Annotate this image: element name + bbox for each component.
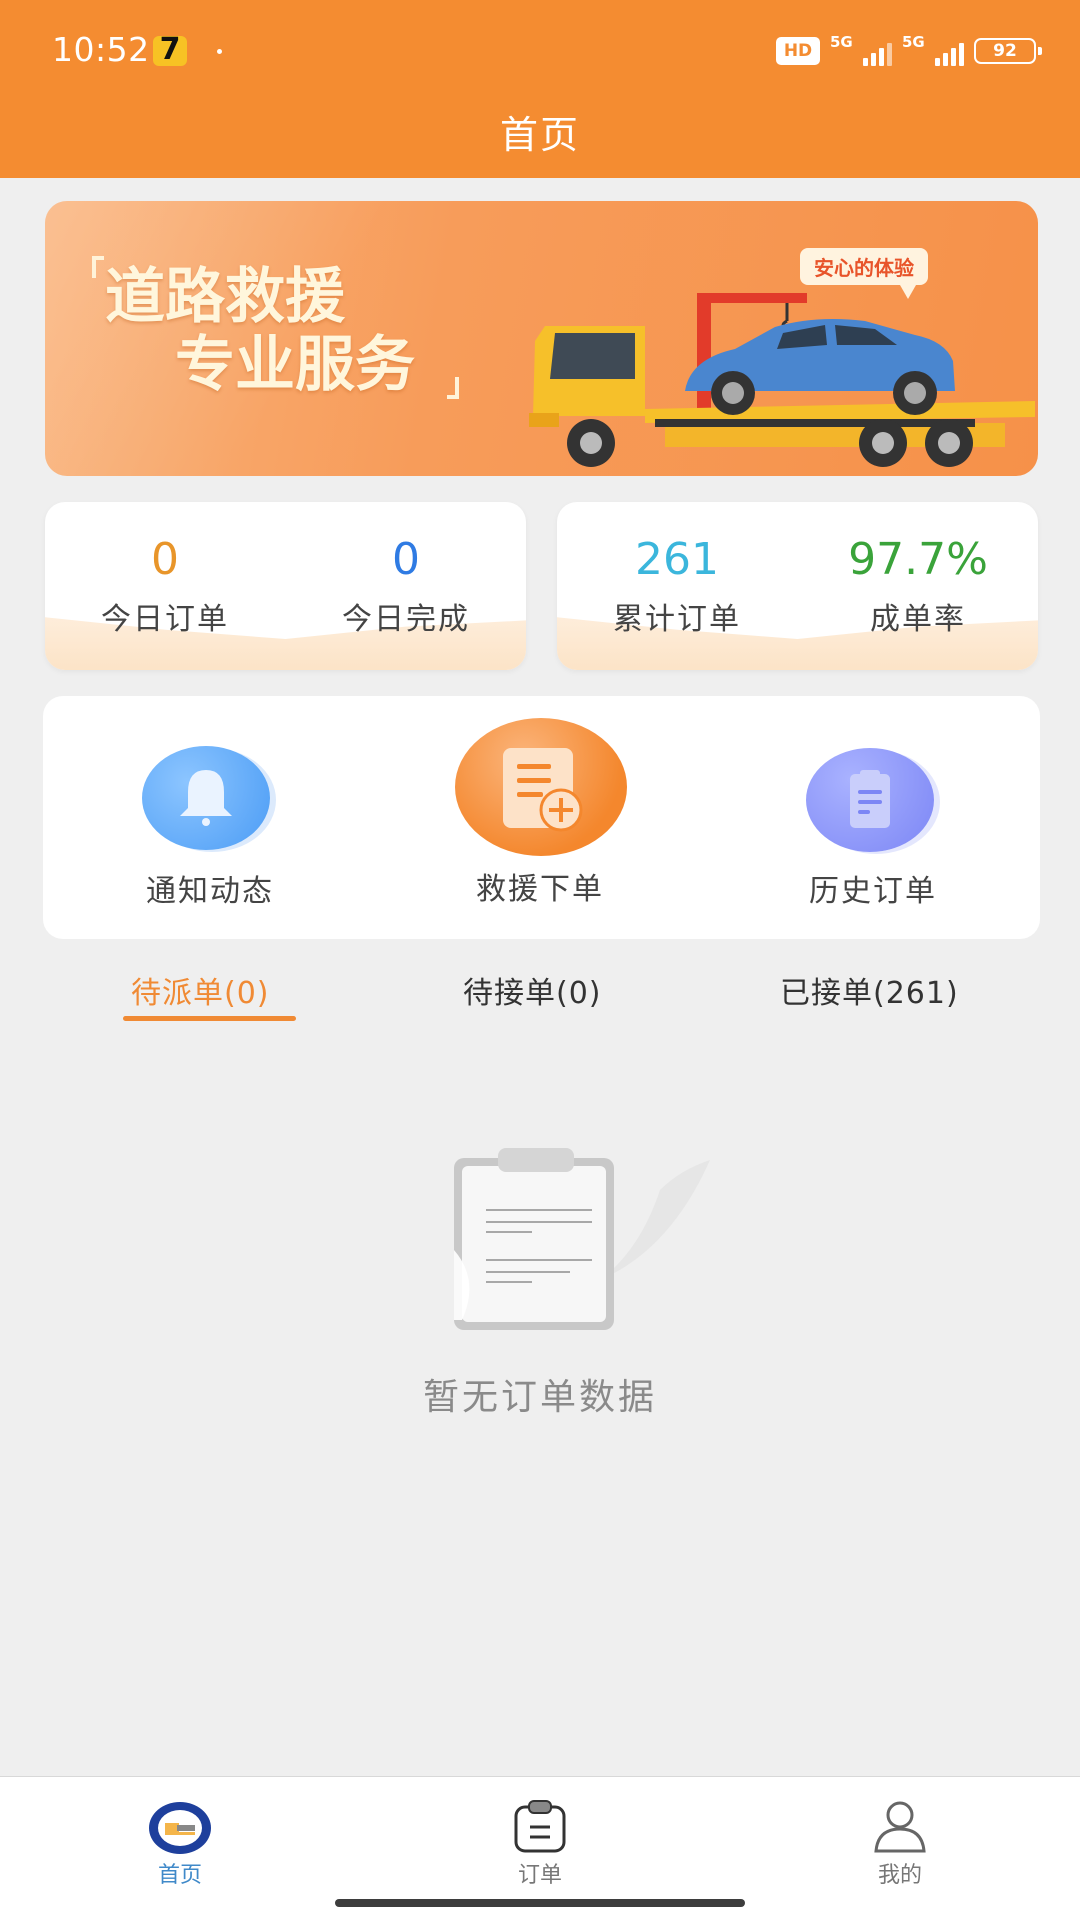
- clipboard-icon: [806, 748, 934, 852]
- home-logo-icon: [149, 1802, 211, 1854]
- action-label: 通知动态: [146, 874, 274, 909]
- signal-icon-1: 5G: [830, 33, 892, 66]
- home-indicator[interactable]: [335, 1899, 745, 1907]
- stat-value: 0: [392, 534, 420, 585]
- today-stats-card: 0 今日订单 0 今日完成: [45, 502, 526, 670]
- stat-label: 累计订单: [613, 602, 741, 637]
- status-bar: 10:52 7 HD 5G 5G 92: [0, 0, 1080, 100]
- stat-value: 97.7%: [848, 534, 988, 585]
- tabbar-home[interactable]: 首页: [100, 1789, 260, 1889]
- tab-pending-accept[interactable]: 待接单(0): [463, 968, 602, 1012]
- tabbar-label: 订单: [517, 1863, 562, 1888]
- empty-text: 暂无订单数据: [422, 1377, 657, 1418]
- battery-icon: 92: [974, 38, 1042, 64]
- stat-success-rate: 97.7% 成单率: [798, 534, 1038, 638]
- banner-title: 道路救援 专业服务: [105, 263, 415, 399]
- action-history-orders[interactable]: 历史订单: [743, 696, 1003, 939]
- stat-today-orders: 0 今日订单: [45, 534, 285, 638]
- corner-bracket-icon: [92, 256, 104, 278]
- app-header: 10:52 7 HD 5G 5G 92 首页: [0, 0, 1080, 178]
- promo-banner[interactable]: 道路救援 专业服务 安心的体验: [45, 201, 1038, 476]
- empty-clipboard-icon: [454, 1148, 710, 1330]
- status-time: 10:52: [52, 30, 150, 69]
- banner-title-line2: 专业服务: [175, 330, 415, 400]
- action-label: 救援下单: [476, 872, 604, 907]
- stat-label: 成单率: [870, 602, 966, 637]
- order-icon: [514, 1800, 566, 1853]
- seven-cat-app-icon: 7: [153, 36, 187, 66]
- stat-label: 今日完成: [342, 602, 470, 637]
- stat-value: 261: [635, 534, 719, 585]
- stat-label: 今日订单: [101, 602, 229, 637]
- banner-title-line1: 道路救援: [105, 262, 345, 332]
- signal-icon-2: 5G: [902, 33, 964, 66]
- banner-bubble: 安心的体验: [800, 248, 928, 299]
- tabbar-orders[interactable]: 订单: [460, 1789, 620, 1889]
- hd-voice-icon: HD: [776, 37, 820, 65]
- action-label: 历史订单: [809, 874, 937, 909]
- active-tab-indicator: [123, 1016, 296, 1021]
- order-status-tabs: 待派单(0) 待接单(0) 已接单(261): [43, 960, 1040, 1030]
- action-notifications[interactable]: 通知动态: [80, 696, 340, 939]
- tabbar-label: 首页: [157, 1863, 202, 1888]
- corner-bracket-icon: [447, 377, 459, 399]
- total-stats-card: 261 累计订单 97.7% 成单率: [557, 502, 1038, 670]
- status-icons: HD 5G 5G 92: [776, 33, 1042, 66]
- stat-total-orders: 261 累计订单: [557, 534, 797, 638]
- user-icon: [874, 1801, 926, 1853]
- notification-dot-icon: [217, 49, 222, 54]
- page-title: 首页: [499, 113, 580, 157]
- tabbar-label: 我的: [877, 1863, 922, 1888]
- bell-icon: [142, 746, 270, 850]
- stat-value: 0: [151, 534, 179, 585]
- tabbar-profile[interactable]: 我的: [820, 1789, 980, 1889]
- tab-pending-dispatch[interactable]: 待派单(0): [131, 968, 270, 1012]
- tab-accepted[interactable]: 已接单(261): [780, 968, 959, 1012]
- action-rescue-order[interactable]: 救援下单: [410, 696, 670, 939]
- order-add-icon: [455, 718, 627, 856]
- stat-today-done: 0 今日完成: [286, 534, 526, 638]
- tow-truck-illustration: [529, 293, 1035, 467]
